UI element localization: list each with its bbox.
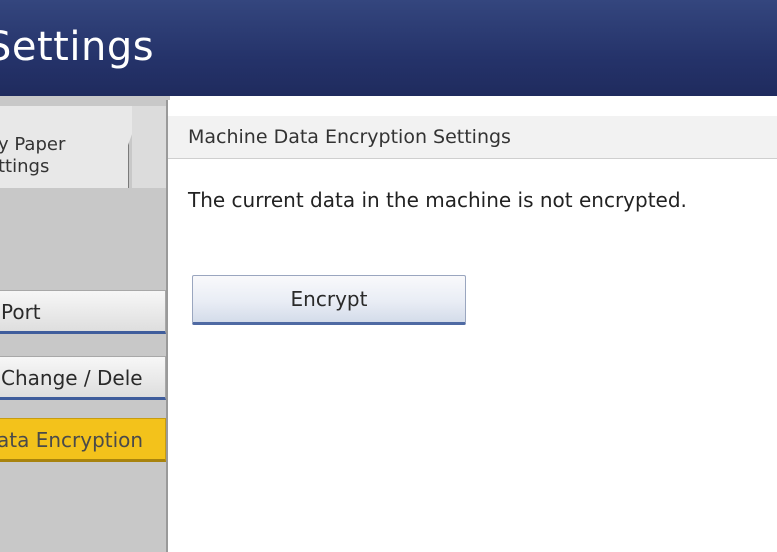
tab-label: y Paper ttings: [0, 134, 116, 178]
encryption-dialog: Machine Data Encryption Settings The cur…: [166, 100, 777, 552]
dialog-message: The current data in the machine is not e…: [188, 188, 687, 212]
screen: Settings y Paper ttings Port Change / De…: [0, 0, 777, 552]
tab-label-line2: ttings: [0, 156, 50, 177]
menu-item-change-delete[interactable]: Change / Dele: [0, 356, 166, 400]
tab-label-line1: y Paper: [0, 134, 66, 155]
header-bar: Settings: [0, 0, 777, 96]
menu-item-port[interactable]: Port: [0, 290, 166, 334]
menu-item-data-encryption[interactable]: ata Encryption: [0, 418, 166, 462]
tab-paper-settings[interactable]: y Paper ttings: [0, 106, 129, 188]
dialog-title-bar: Machine Data Encryption Settings: [168, 116, 777, 159]
encrypt-button[interactable]: Encrypt: [192, 275, 466, 325]
dialog-title: Machine Data Encryption Settings: [188, 126, 511, 148]
page-title: Settings: [0, 24, 155, 70]
